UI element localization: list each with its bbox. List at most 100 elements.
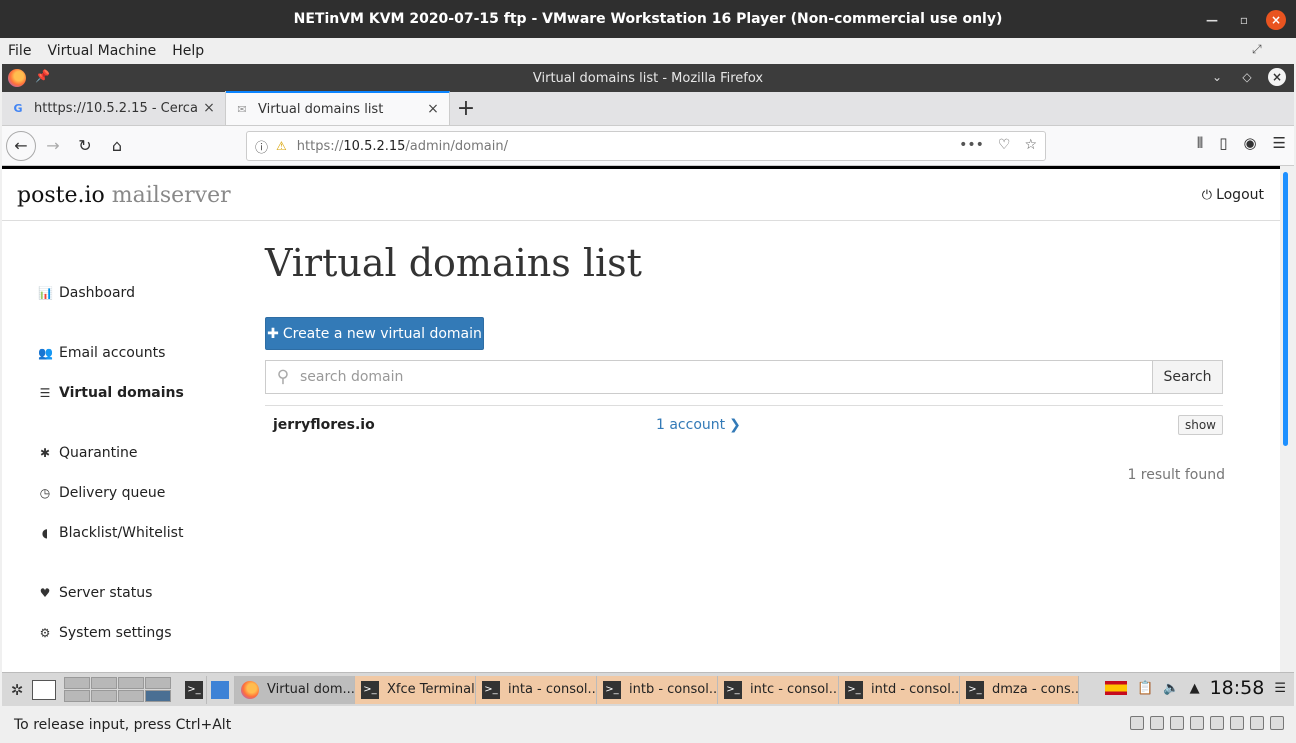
tab-virtual-domains[interactable]: ✉ Virtual domains list × bbox=[226, 91, 450, 125]
terminal-icon: >_ bbox=[185, 680, 203, 699]
task-firefox[interactable]: Virtual dom... bbox=[235, 675, 355, 704]
firefox-icon bbox=[8, 69, 26, 87]
page-scrollbar[interactable] bbox=[1280, 166, 1294, 672]
action-menu-icon[interactable]: ☰ bbox=[1274, 681, 1286, 696]
sidebar-item-delivery-queue[interactable]: ◷ Delivery queue bbox=[38, 485, 166, 501]
tray-expand-icon[interactable]: ▲ bbox=[1190, 681, 1200, 696]
domain-name[interactable]: jerryflores.io bbox=[273, 417, 375, 433]
search-input[interactable] bbox=[300, 361, 1152, 393]
task-dmza-console[interactable]: >_ dmza - cons... bbox=[960, 675, 1079, 704]
tab-search[interactable]: G htttps://10.5.2.15 - Cerca c × bbox=[2, 91, 226, 125]
url-bar[interactable]: ⓘ ⚠ https://10.5.2.15/admin/domain/ ••• … bbox=[246, 131, 1046, 161]
printer-icon[interactable] bbox=[1270, 716, 1284, 730]
close-icon[interactable]: × bbox=[1266, 10, 1286, 30]
sidebar-toggle-icon[interactable]: ▯ bbox=[1219, 134, 1227, 152]
account-icon[interactable]: ◉ bbox=[1243, 134, 1256, 152]
sidebar-item-virtual-domains[interactable]: ☰ Virtual domains bbox=[38, 385, 184, 401]
chevron-right-icon: ❯ bbox=[729, 417, 741, 433]
clipboard-icon[interactable]: 📋 bbox=[1137, 681, 1153, 696]
task-intb-console[interactable]: >_ intb - consol... bbox=[597, 675, 718, 704]
reload-button[interactable]: ↻ bbox=[70, 131, 100, 161]
site-header: poste.io mailserver ⏻ Logout bbox=[2, 169, 1280, 221]
task-inta-console[interactable]: >_ inta - consol... bbox=[476, 675, 597, 704]
task-intc-console[interactable]: >_ intc - consol... bbox=[718, 675, 839, 704]
forward-button[interactable]: → bbox=[38, 131, 68, 161]
info-icon[interactable]: ⓘ bbox=[255, 137, 268, 156]
firefox-icon bbox=[241, 680, 259, 699]
sidebar-item-server-status[interactable]: ♥ Server status bbox=[38, 585, 153, 601]
network-icon[interactable] bbox=[1170, 716, 1184, 730]
web-page: poste.io mailserver ⏻ Logout 📊 Dashboard 👥… bbox=[2, 166, 1280, 672]
power-icon: ⏻ bbox=[1201, 188, 1213, 203]
clock-icon: ◷ bbox=[39, 486, 51, 500]
terminal-icon: >_ bbox=[361, 680, 379, 699]
page-title: Virtual domains list bbox=[265, 241, 642, 285]
fullscreen-icon[interactable]: ⤢ bbox=[1252, 42, 1270, 60]
sound-icon[interactable] bbox=[1230, 716, 1244, 730]
warning-lock-icon[interactable]: ⚠ bbox=[276, 139, 287, 153]
terminal-icon: >_ bbox=[966, 680, 984, 699]
terminal-icon: >_ bbox=[724, 680, 742, 699]
network-icon[interactable] bbox=[1210, 716, 1224, 730]
menu-file[interactable]: File bbox=[8, 43, 31, 59]
plus-icon: ✚ bbox=[267, 325, 279, 342]
back-button[interactable]: ← bbox=[6, 130, 36, 161]
files-launcher[interactable] bbox=[207, 675, 235, 704]
minimize-icon[interactable]: ⌄ bbox=[1208, 68, 1226, 86]
task-intd-console[interactable]: >_ intd - consol... bbox=[839, 675, 960, 704]
create-virtual-domain-button[interactable]: ✚ Create a new virtual domain bbox=[265, 317, 484, 350]
close-icon[interactable]: × bbox=[201, 100, 217, 116]
brand-logo[interactable]: poste.io mailserver bbox=[17, 183, 231, 208]
bookmark-star-icon[interactable]: ☆ bbox=[1024, 137, 1037, 153]
vmware-title-bar: NETinVM KVM 2020-07-15 ftp - VMware Work… bbox=[0, 0, 1296, 38]
sidebar-item-quarantine[interactable]: ✱ Quarantine bbox=[38, 445, 138, 461]
firefox-window-title: Virtual domains list - Mozilla Firefox bbox=[532, 70, 764, 86]
maximize-icon[interactable]: ◇ bbox=[1238, 68, 1256, 86]
spain-flag-icon[interactable] bbox=[1105, 681, 1128, 695]
scrollbar-thumb[interactable] bbox=[1283, 172, 1288, 446]
menu-help[interactable]: Help bbox=[172, 43, 204, 59]
restore-icon[interactable]: ▫ bbox=[1234, 10, 1254, 30]
workspace-switcher[interactable] bbox=[64, 677, 171, 702]
pin-icon[interactable]: 📌 bbox=[35, 69, 50, 83]
menu-virtual-machine[interactable]: Virtual Machine bbox=[47, 43, 156, 59]
usb-icon[interactable] bbox=[1190, 716, 1204, 730]
sidebar-item-system-settings[interactable]: ⚙ System settings bbox=[38, 625, 172, 641]
vmware-window-title: NETinVM KVM 2020-07-15 ftp - VMware Work… bbox=[293, 11, 1003, 27]
hamburger-menu-icon[interactable]: ☰ bbox=[1273, 134, 1286, 152]
accounts-link[interactable]: 1 account ❯ bbox=[656, 417, 741, 433]
mail-icon: ✉ bbox=[237, 102, 247, 116]
hdd-icon[interactable] bbox=[1130, 716, 1144, 730]
volume-icon[interactable]: 🔈 bbox=[1163, 681, 1179, 696]
close-icon[interactable]: × bbox=[1268, 68, 1286, 86]
task-xfce-terminal[interactable]: >_ Xfce Terminal bbox=[355, 675, 476, 704]
new-tab-button[interactable]: + bbox=[450, 91, 482, 125]
pocket-icon[interactable]: ♡ bbox=[998, 137, 1011, 153]
tab-bar: G htttps://10.5.2.15 - Cerca c × ✉ Virtu… bbox=[2, 91, 1294, 126]
result-count: 1 result found bbox=[1127, 467, 1225, 483]
display-icon[interactable] bbox=[1250, 716, 1264, 730]
vmware-status-bar: To release input, press Ctrl+Alt bbox=[0, 706, 1296, 743]
url-text: https://10.5.2.15/admin/domain/ bbox=[296, 138, 508, 154]
applications-menu-icon[interactable]: ✲ bbox=[2, 681, 32, 699]
library-icon[interactable]: ⫴ bbox=[1197, 134, 1203, 152]
bug-icon: ✱ bbox=[39, 446, 51, 460]
minimize-icon[interactable]: — bbox=[1202, 10, 1222, 30]
heartbeat-icon: ♥ bbox=[39, 586, 51, 600]
search-icon: ⚲ bbox=[276, 367, 290, 387]
clock[interactable]: 18:58 bbox=[1210, 677, 1265, 699]
sidebar-item-blacklist-whitelist[interactable]: ◖ Blacklist/Whitelist bbox=[38, 525, 184, 541]
cd-icon[interactable] bbox=[1150, 716, 1164, 730]
show-button[interactable]: show bbox=[1177, 415, 1223, 435]
home-button[interactable]: ⌂ bbox=[102, 131, 132, 161]
show-desktop-icon[interactable] bbox=[32, 679, 56, 700]
close-icon[interactable]: × bbox=[425, 101, 441, 117]
terminal-launcher[interactable]: >_ bbox=[181, 675, 207, 704]
sidebar-item-dashboard[interactable]: 📊 Dashboard bbox=[38, 285, 135, 301]
system-tray: 📋 🔈 ▲ 18:58 ☰ bbox=[1105, 677, 1286, 699]
page-actions-icon[interactable]: ••• bbox=[959, 137, 984, 153]
sidebar-item-email-accounts[interactable]: 👥 Email accounts bbox=[38, 345, 165, 361]
search-button[interactable]: Search bbox=[1152, 361, 1222, 393]
status-text: To release input, press Ctrl+Alt bbox=[14, 716, 232, 733]
logout-link[interactable]: ⏻ Logout bbox=[1202, 187, 1264, 203]
